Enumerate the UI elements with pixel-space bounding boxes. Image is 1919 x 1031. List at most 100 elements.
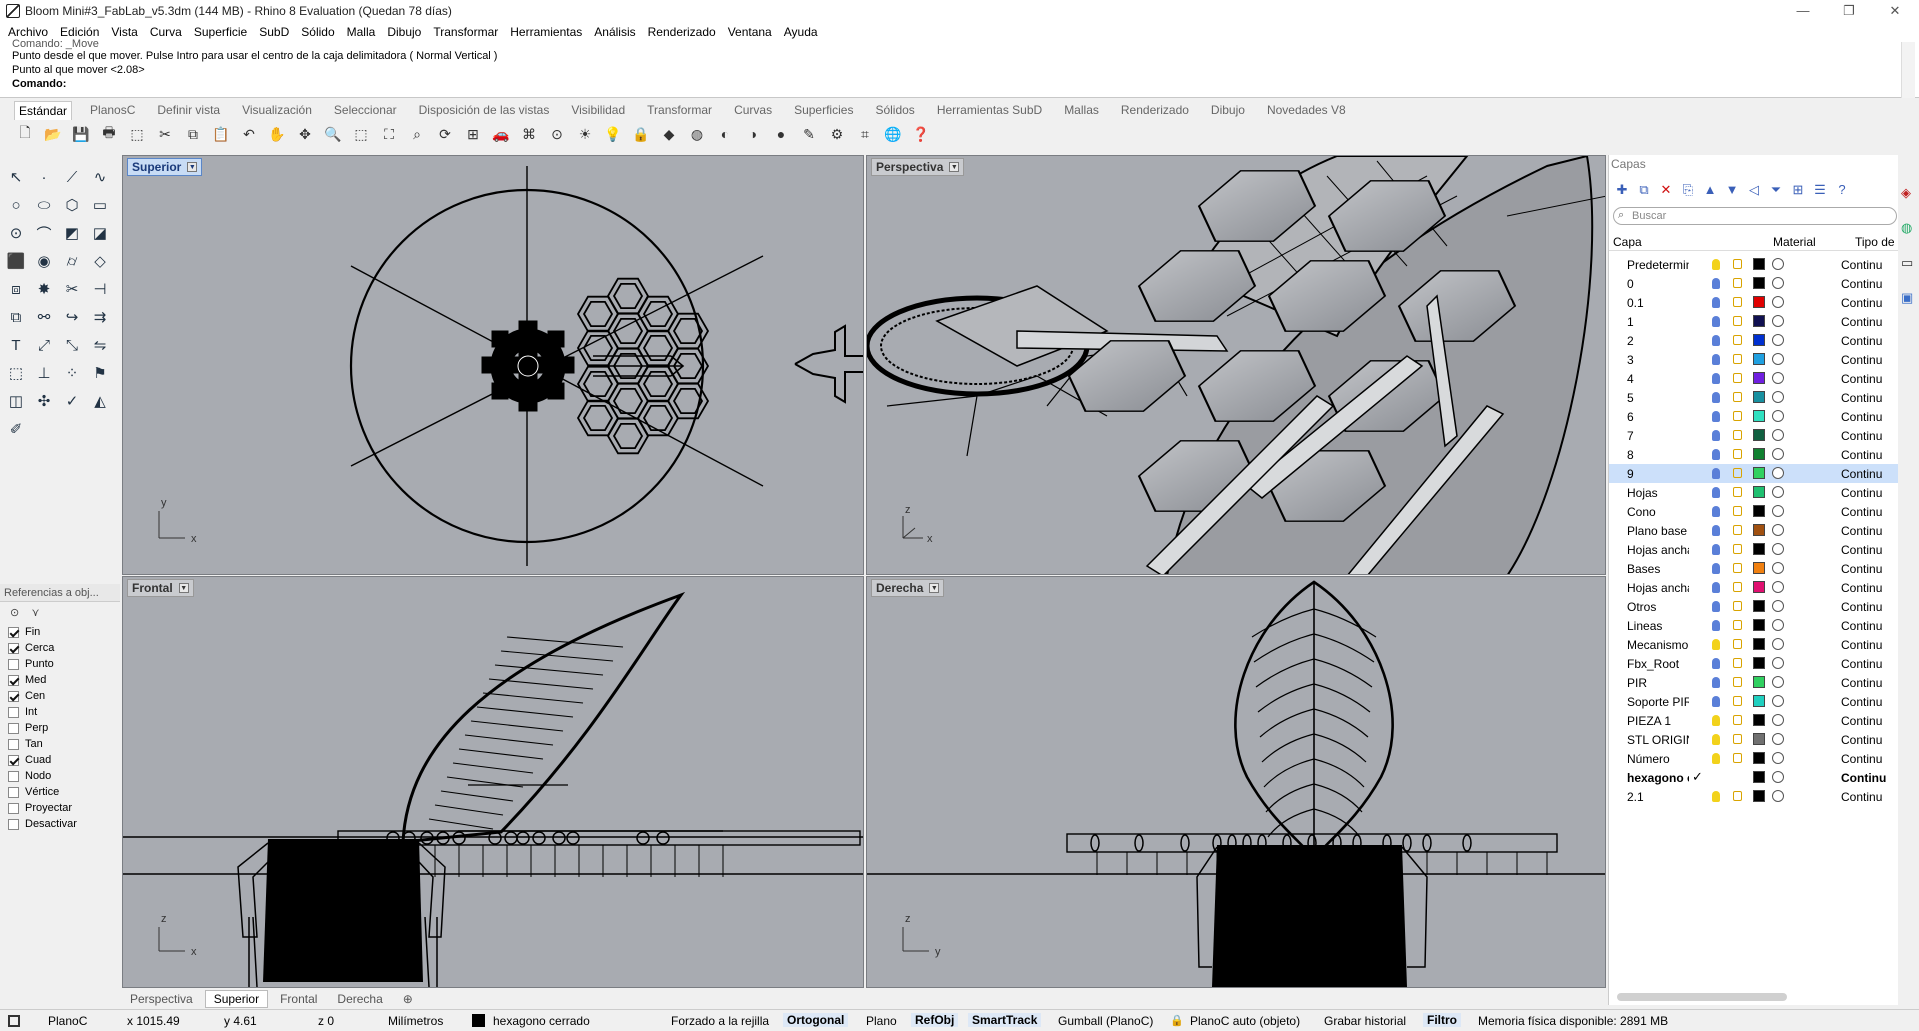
- layer-color-swatch[interactable]: [1753, 486, 1765, 498]
- layer-linetype[interactable]: Continu: [1841, 505, 1899, 519]
- light-bulb-icon[interactable]: [1712, 658, 1720, 669]
- layer-color-swatch[interactable]: [1753, 429, 1765, 441]
- layer-row[interactable]: PIEZA 1 Continu: [1609, 711, 1899, 730]
- menu-analisis[interactable]: Análisis: [594, 25, 635, 39]
- tab-visibilidad[interactable]: Visibilidad: [567, 101, 629, 119]
- layer-linetype[interactable]: Continu: [1841, 638, 1899, 652]
- osnap-checkbox[interactable]: [8, 722, 19, 734]
- layer-color-swatch[interactable]: [1753, 638, 1765, 650]
- layer-linetype[interactable]: Continu: [1841, 277, 1899, 291]
- export-icon[interactable]: ⬚: [126, 123, 148, 145]
- status-grid-snap[interactable]: Forzado a la rejilla: [671, 1014, 769, 1028]
- trim-icon[interactable]: ✂: [60, 278, 84, 300]
- zoom-window-icon[interactable]: ⬚: [350, 123, 372, 145]
- tab-disposicion[interactable]: Disposición de las vistas: [415, 101, 554, 119]
- sphere-icon[interactable]: ◉: [32, 250, 56, 272]
- analyze-icon[interactable]: ◭: [88, 390, 112, 412]
- menu-renderizado[interactable]: Renderizado: [648, 25, 716, 39]
- viewport-layout-icon[interactable]: ⊞: [462, 123, 484, 145]
- lock-icon[interactable]: [1733, 734, 1742, 744]
- layer-linetype[interactable]: Continu: [1841, 296, 1899, 310]
- tab-transformar[interactable]: Transformar: [643, 101, 716, 119]
- block-icon[interactable]: ⬚: [4, 362, 28, 384]
- offset-icon[interactable]: ⇉: [88, 306, 112, 328]
- layer-row[interactable]: STL ORIGIN. Continu: [1609, 730, 1899, 749]
- osnap-checkbox[interactable]: [8, 690, 19, 702]
- layer-name[interactable]: 5: [1627, 391, 1689, 405]
- material-circle-icon[interactable]: [1772, 467, 1784, 479]
- material-circle-icon[interactable]: [1772, 315, 1784, 327]
- lock-icon[interactable]: [1733, 696, 1742, 706]
- light-bulb-icon[interactable]: [1712, 259, 1720, 270]
- rotate-view-icon[interactable]: ✥: [294, 123, 316, 145]
- tab-novedades-v8[interactable]: Novedades V8: [1263, 101, 1350, 119]
- zoom-selected-icon[interactable]: ⌕: [406, 123, 428, 145]
- menu-transformar[interactable]: Transformar: [433, 25, 498, 39]
- lock-icon[interactable]: [1733, 430, 1742, 440]
- material-circle-icon[interactable]: [1772, 258, 1784, 270]
- cut-icon[interactable]: ✂: [154, 123, 176, 145]
- properties-icon[interactable]: ☀: [574, 123, 596, 145]
- status-autocplane[interactable]: PlanoC auto (objeto): [1190, 1014, 1300, 1028]
- lock-icon[interactable]: [1733, 468, 1742, 478]
- polygon-icon[interactable]: ⬡: [60, 194, 84, 216]
- layer-row[interactable]: Mecanismo Continu: [1609, 635, 1899, 654]
- minimize-icon[interactable]: —: [1780, 0, 1826, 22]
- pan-icon[interactable]: ✋: [266, 123, 288, 145]
- osnap-option[interactable]: Nodo: [8, 770, 51, 782]
- menu-dibujo[interactable]: Dibujo: [387, 25, 421, 39]
- lock-icon[interactable]: [1733, 601, 1742, 611]
- dimension-icon[interactable]: ⊥: [32, 362, 56, 384]
- grasshopper-icon[interactable]: ⌗: [854, 123, 876, 145]
- save-icon[interactable]: 💾: [70, 123, 92, 145]
- menu-edicion[interactable]: Edición: [60, 25, 99, 39]
- osnap-checkbox[interactable]: [8, 706, 19, 718]
- tab-superficies[interactable]: Superficies: [790, 101, 857, 119]
- paste-icon[interactable]: 📋: [210, 123, 232, 145]
- viewport-label-front[interactable]: Frontal ▼: [127, 579, 194, 597]
- material-circle-icon[interactable]: [1772, 714, 1784, 726]
- viewtab-top[interactable]: Superior: [204, 989, 269, 1008]
- osnap-option[interactable]: Punto: [8, 658, 54, 670]
- light-bulb-icon[interactable]: [1712, 335, 1720, 346]
- boolean-icon[interactable]: ⧈: [4, 278, 28, 300]
- new-sublayer-icon[interactable]: ⧉: [1635, 181, 1653, 199]
- menu-subd[interactable]: SubD: [259, 25, 289, 39]
- viewtab-right[interactable]: Derecha: [329, 991, 390, 1007]
- layer-row[interactable]: Bases Continu: [1609, 559, 1899, 578]
- viewport-right[interactable]: z y Derecha ▼: [866, 576, 1606, 988]
- material-circle-icon[interactable]: [1772, 524, 1784, 536]
- layer-row[interactable]: 9 Continu: [1609, 464, 1899, 483]
- layer-color-swatch[interactable]: [1753, 676, 1765, 688]
- light-bulb-icon[interactable]: [1712, 639, 1720, 650]
- layer-color-swatch[interactable]: [1753, 752, 1765, 764]
- col-linetype[interactable]: Tipo de: [1855, 235, 1895, 249]
- tab-estandar[interactable]: Estándar: [14, 100, 73, 120]
- layer-linetype[interactable]: Continu: [1841, 695, 1899, 709]
- status-cplane[interactable]: PlanoC: [48, 1014, 87, 1028]
- layer-color-swatch[interactable]: [1753, 277, 1765, 289]
- layer-color-swatch[interactable]: [1753, 258, 1765, 270]
- layer-linetype[interactable]: Continu: [1841, 581, 1899, 595]
- tab-dibujo[interactable]: Dibujo: [1207, 101, 1249, 119]
- layer-color-swatch[interactable]: [1753, 771, 1765, 783]
- tab-seleccionar[interactable]: Seleccionar: [330, 101, 401, 119]
- layer-name[interactable]: 9: [1627, 467, 1689, 481]
- chevron-down-icon[interactable]: ▼: [929, 583, 940, 593]
- osnap-checkbox[interactable]: [8, 626, 19, 638]
- blue-sphere-icon[interactable]: ●: [770, 123, 792, 145]
- osnap-checkbox[interactable]: [8, 802, 19, 814]
- fillet-icon[interactable]: ↪: [60, 306, 84, 328]
- point-icon[interactable]: ·: [32, 166, 56, 188]
- layer-row[interactable]: 6 Continu: [1609, 407, 1899, 426]
- new-layer-icon[interactable]: ✚: [1613, 181, 1631, 199]
- mirror-icon[interactable]: ⇋: [88, 334, 112, 356]
- layer-row[interactable]: hexagono c ✓ Continu: [1609, 768, 1899, 787]
- color-wheel-icon[interactable]: ◍: [686, 123, 708, 145]
- layer-row[interactable]: 3 Continu: [1609, 350, 1899, 369]
- material-circle-icon[interactable]: [1772, 277, 1784, 289]
- material-circle-icon[interactable]: [1772, 486, 1784, 498]
- layer-row[interactable]: 4 Continu: [1609, 369, 1899, 388]
- layer-name[interactable]: Hojas ancha: [1627, 543, 1689, 557]
- cplane-icon[interactable]: [8, 1015, 20, 1027]
